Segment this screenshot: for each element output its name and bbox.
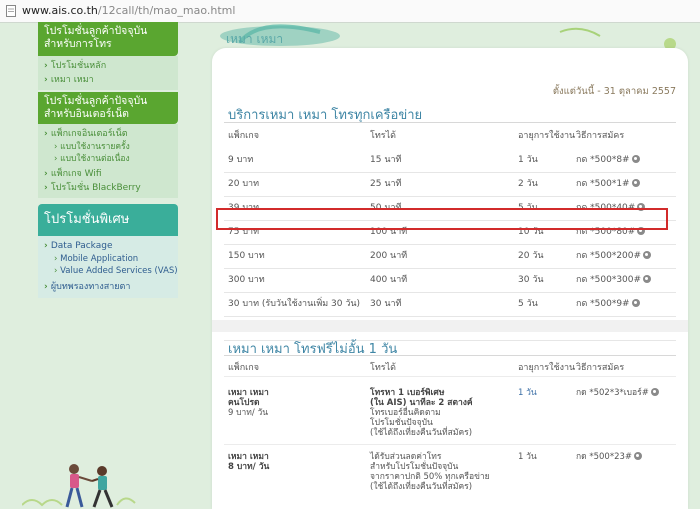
- menu-item-wifi[interactable]: แพ็กเกจ Wifi: [44, 167, 172, 181]
- page-icon: [6, 5, 16, 17]
- s2-header-divider: [224, 376, 676, 377]
- menu-item-per-use[interactable]: แบบใช้งานรายครั้ง: [44, 141, 172, 153]
- cell-call: 30 นาที: [370, 299, 402, 309]
- cell-call: 50 นาที: [370, 203, 402, 213]
- call-icon[interactable]: [643, 251, 652, 259]
- promo-date: ตั้งแต่วันนี้ - 31 ตุลาคม 2557: [552, 86, 676, 97]
- left-sidebar: โปรโมชั่นลูกค้าปัจจุบัน สำหรับการโทร โปร…: [38, 22, 178, 509]
- s2-row1-call-detail: โทรเบอร์อื่นคิดตาม โปรโมชั่นปัจจุบัน (ใช…: [370, 408, 473, 438]
- call-icon[interactable]: [631, 155, 640, 163]
- s2-row1-package-price: 9 บาท/ วัน: [228, 408, 269, 418]
- content-panel: ตั้งแต่วันนี้ - 31 ตุลาคม 2557 บริการเหม…: [212, 48, 688, 509]
- cell-validity: 20 วัน: [518, 251, 544, 261]
- table-row: 75 บาท 100 นาที 10 วัน กด *500*80#: [224, 220, 676, 245]
- s2-row-divider: [224, 444, 676, 445]
- menu-group-internet: แพ็กเกจอินเตอร์เน็ต แบบใช้งานรายครั้ง แบ…: [38, 124, 178, 198]
- cell-how: กด *500*1#: [576, 172, 640, 196]
- s1-header-how: วิธีการสมัคร: [576, 131, 625, 141]
- call-icon[interactable]: [643, 275, 652, 283]
- table-row: 20 บาท 25 นาที 2 วัน กด *500*1#: [224, 172, 676, 197]
- table-row: 150 บาท 200 นาที 20 วัน กด *500*200#: [224, 244, 676, 269]
- cell-package: 150 บาท: [228, 251, 265, 261]
- cell-how: กด *500*8#: [576, 148, 640, 172]
- table-row: 300 บาท 400 นาที 30 วัน กด *500*300#: [224, 268, 676, 293]
- s2-row: เหมา เหมา 8 บาท/ วัน ได้รับส่วนลดค่าโทร …: [224, 452, 676, 502]
- people-illustration: [22, 464, 136, 508]
- call-icon[interactable]: [637, 203, 646, 211]
- s1-header-package: แพ็กเกจ: [228, 131, 259, 141]
- s2-row2-validity: 1 วัน: [518, 452, 537, 462]
- url-text: www.ais.co.th/12call/th/mao_mao.html: [22, 4, 236, 17]
- cell-package: 9 บาท: [228, 155, 254, 165]
- menu-item-continuous[interactable]: แบบใช้งานต่อเนื่อง: [44, 153, 172, 165]
- s2-header-validity: อายุการใช้งาน: [518, 363, 576, 373]
- cell-call: 400 นาที: [370, 275, 408, 285]
- cell-call: 15 นาที: [370, 155, 402, 165]
- table-row: 39 บาท 50 นาที 5 วัน กด *500*40#: [224, 196, 676, 221]
- s2-row: เหมา เหมา คนโปรด 9 บาท/ วัน โทรหา 1 เบอร…: [224, 388, 676, 448]
- menu-item-main-promo[interactable]: โปรโมชั่นหลัก: [44, 59, 172, 73]
- menu-item-data-package[interactable]: Data Package: [44, 239, 172, 253]
- menu-group-call-title[interactable]: โปรโมชั่นลูกค้าปัจจุบัน สำหรับการโทร: [38, 22, 178, 56]
- section1-divider: [224, 122, 676, 123]
- section2-divider: [224, 355, 676, 356]
- s2-header-package: แพ็กเกจ: [228, 363, 259, 373]
- cell-validity: 10 วัน: [518, 227, 544, 237]
- menu-item-mobile-app[interactable]: Mobile Application: [44, 253, 172, 265]
- cell-package: 75 บาท: [228, 227, 260, 237]
- page-title: เหมา เหมา: [226, 32, 284, 46]
- call-icon[interactable]: [650, 388, 659, 396]
- cell-call: 200 นาที: [370, 251, 408, 261]
- cell-validity: 2 วัน: [518, 179, 538, 189]
- cell-package: 39 บาท: [228, 203, 260, 213]
- cell-how: กด *500*9#: [576, 292, 640, 316]
- cell-validity: 5 วัน: [518, 203, 538, 213]
- s2-row1-validity: 1 วัน: [518, 388, 537, 398]
- menu-item-internet-package[interactable]: แพ็กเกจอินเตอร์เน็ต: [44, 127, 172, 141]
- cell-how: กด *500*40#: [576, 196, 646, 220]
- cell-how: กด *500*200#: [576, 244, 652, 268]
- s2-row1-call-main: โทรหา 1 เบอร์พิเศษ (ใน AIS) นาทีละ 2 สตา…: [370, 388, 473, 408]
- cell-validity: 5 วัน: [518, 299, 538, 309]
- cell-package: 300 บาท: [228, 275, 265, 285]
- s2-row2-package-name: เหมา เหมา 8 บาท/ วัน: [228, 452, 270, 472]
- cell-call: 25 นาที: [370, 179, 402, 189]
- cell-validity: 30 วัน: [518, 275, 544, 285]
- s2-row1-package-name: เหมา เหมา คนโปรด: [228, 388, 269, 408]
- section-separator: [212, 320, 688, 332]
- s2-header-how: วิธีการสมัคร: [576, 363, 625, 373]
- s2-row2-how: กด *500*23#: [576, 452, 643, 462]
- call-icon[interactable]: [631, 299, 640, 307]
- cell-how: กด *500*300#: [576, 268, 652, 292]
- s2-row1-how: กด *502*3*เบอร์#: [576, 388, 659, 398]
- table-row: 30 บาท (รับวันใช้งานเพิ่ม 30 วัน) 30 นาที…: [224, 292, 676, 317]
- menu-item-mao-mao[interactable]: เหมา เหมา: [44, 73, 172, 87]
- call-icon[interactable]: [634, 452, 643, 460]
- call-icon[interactable]: [637, 227, 646, 235]
- s2-row2-call-detail: ได้รับส่วนลดค่าโทร สำหรับโปรโมชั่นปัจจุบ…: [370, 452, 490, 492]
- menu-item-blackberry[interactable]: โปรโมชั่น BlackBerry: [44, 181, 172, 195]
- address-bar[interactable]: www.ais.co.th/12call/th/mao_mao.html: [0, 0, 700, 23]
- menu-group-call: โปรโมชั่นหลัก เหมา เหมา: [38, 56, 178, 90]
- menu-special-title[interactable]: โปรโมชั่นพิเศษ: [38, 204, 178, 236]
- cell-how: กด *500*80#: [576, 220, 646, 244]
- cell-validity: 1 วัน: [518, 155, 538, 165]
- menu-group-internet-title[interactable]: โปรโมชั่นลูกค้าปัจจุบัน สำหรับอินเตอร์เน…: [38, 92, 178, 124]
- cell-call: 100 นาที: [370, 227, 408, 237]
- cell-package: 20 บาท: [228, 179, 260, 189]
- menu-item-vas[interactable]: Value Added Services (VAS): [44, 265, 178, 277]
- s1-header-validity: อายุการใช้งาน: [518, 131, 576, 141]
- call-icon[interactable]: [631, 179, 640, 187]
- cell-package: 30 บาท (รับวันใช้งานเพิ่ม 30 วัน): [228, 299, 361, 309]
- s1-header-call: โทรได้: [370, 131, 396, 141]
- s2-header-call: โทรได้: [370, 363, 396, 373]
- menu-special: Data Package Mobile Application Value Ad…: [38, 236, 178, 298]
- table-row: 9 บาท 15 นาที 1 วัน กด *500*8#: [224, 148, 676, 173]
- menu-item-visually-impaired[interactable]: ผู้บทพรองทางสายตา: [44, 280, 172, 294]
